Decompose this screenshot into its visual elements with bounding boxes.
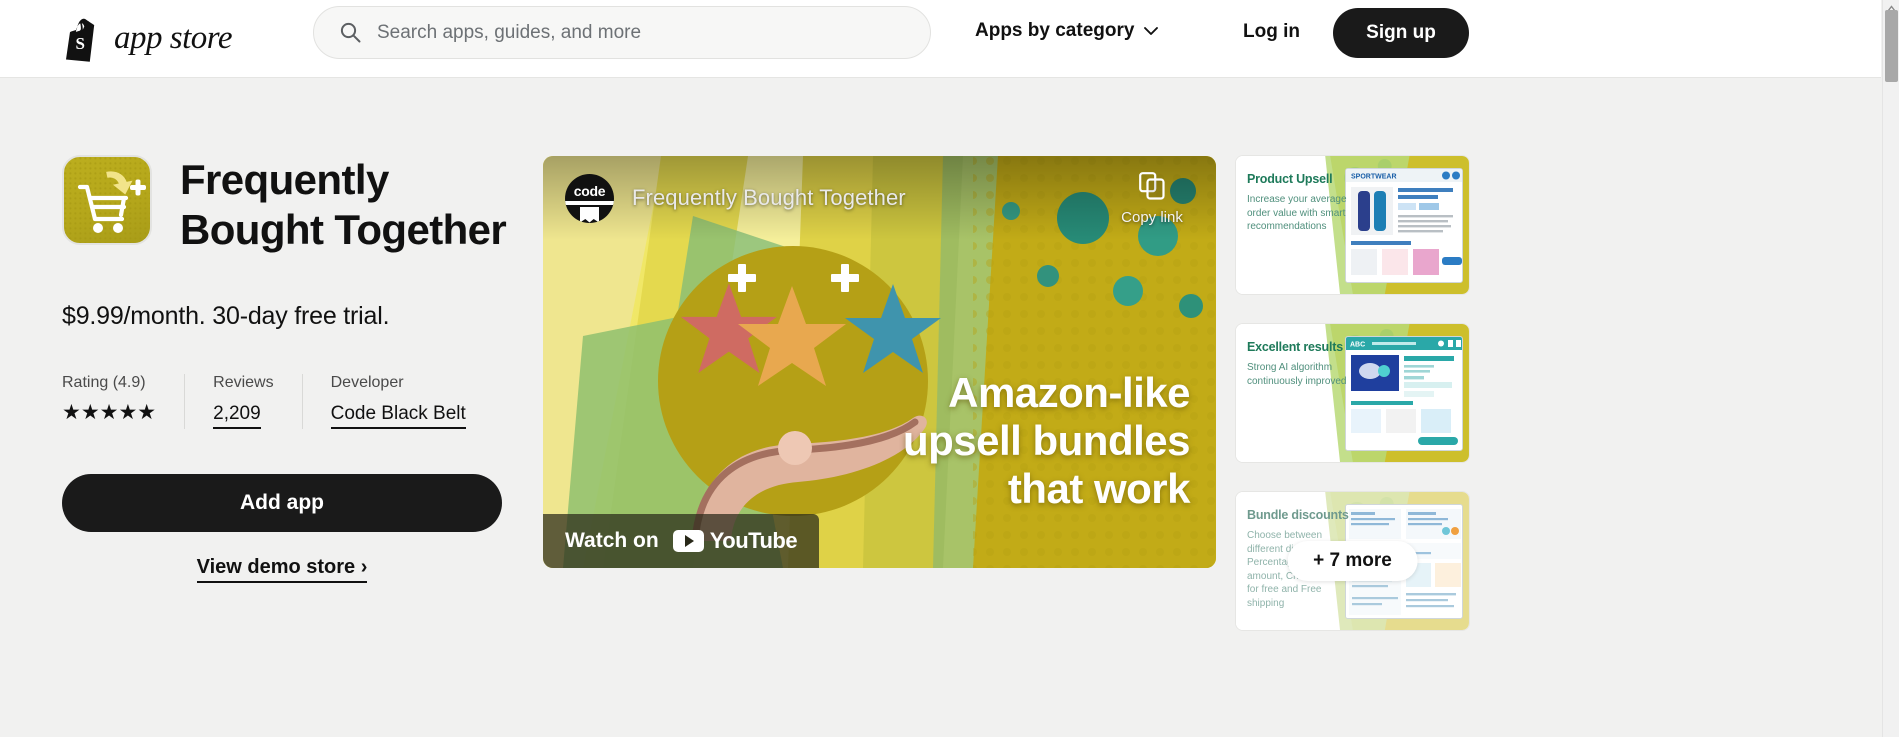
thumbnail-body: Strong AI algorithm continuously improve… <box>1247 362 1347 387</box>
avatar-bar <box>565 200 614 205</box>
app-info-panel: Frequently Bought Together $9.99/month. … <box>62 155 512 583</box>
media-thumbnail-rail: SPORTWEAR Product Upsell Increase your a… <box>1235 155 1470 659</box>
add-app-button[interactable]: Add app <box>62 474 502 532</box>
brand-wordmark: app store <box>114 20 233 56</box>
thumbnail-screenshot-mock: ABC <box>1345 336 1463 451</box>
thumbnail-title: Product Upsell <box>1247 172 1333 186</box>
signup-button[interactable]: Sign up <box>1333 8 1469 58</box>
youtube-wordmark: YouTube <box>709 528 798 553</box>
copy-icon <box>1139 172 1165 200</box>
thumbnail-screenshot-mock: SPORTWEAR <box>1345 168 1463 283</box>
app-title: Frequently Bought Together <box>180 156 507 253</box>
site-header: S app store Apps by category Log in Sign… <box>0 0 1881 78</box>
channel-avatar-text: code <box>573 182 606 199</box>
login-link[interactable]: Log in <box>1243 21 1300 43</box>
watch-on-youtube-button[interactable]: Watch on YouTube <box>543 514 820 568</box>
thumbnail-text: Product Upsell Increase your average ord… <box>1247 172 1355 234</box>
meta-developer: Developer Code Black Belt <box>301 374 494 429</box>
meta-reviews: Reviews 2,209 <box>184 374 301 429</box>
thumbnail-title: Bundle discounts <box>1247 508 1349 522</box>
copy-link-button[interactable]: Copy link <box>1110 172 1194 226</box>
page-scrollbar[interactable] <box>1882 0 1899 737</box>
shopify-bag-icon: S <box>66 18 95 62</box>
youtube-play-icon <box>672 530 704 552</box>
chevron-down-icon <box>1144 27 1159 35</box>
reviews-count-link[interactable]: 2,209 <box>213 403 261 429</box>
thumbnail-text: Excellent results Strong AI algorithm co… <box>1247 340 1355 388</box>
meta-rating-label: Rating (4.9) <box>62 374 146 391</box>
thumbnail-excellent-results[interactable]: ABC Excellent results Strong AI algorith… <box>1235 323 1470 463</box>
meta-rating: Rating (4.9) ★★★★★ <box>62 374 184 423</box>
page-root: S app store Apps by category Log in Sign… <box>0 0 1899 737</box>
scrollbar-thumb[interactable] <box>1885 10 1898 82</box>
avatar-belt-shape <box>580 206 599 223</box>
more-media-button[interactable]: + 7 more <box>1287 541 1418 581</box>
channel-avatar[interactable]: code <box>565 173 614 223</box>
thumbnail-product-upsell[interactable]: SPORTWEAR Product Upsell Increase your a… <box>1235 155 1470 295</box>
video-title[interactable]: Frequently Bought Together <box>632 185 906 211</box>
thumbnail-bundle-discounts[interactable]: Bundle discounts Choose between differen… <box>1235 491 1470 631</box>
meta-developer-label: Developer <box>330 374 404 391</box>
video-player[interactable]: code Frequently Bought Together Copy lin… <box>543 156 1216 568</box>
shopping-cart-plus-icon <box>62 155 152 245</box>
search-icon <box>340 22 361 43</box>
app-price: $9.99/month. 30-day free trial. <box>62 302 390 330</box>
thumbnail-body: Increase your average order value with s… <box>1247 194 1347 232</box>
rating-stars: ★★★★★ <box>62 401 157 424</box>
svg-text:S: S <box>76 34 85 53</box>
watch-on-label: Watch on <box>565 529 659 552</box>
copy-link-label: Copy link <box>1121 209 1183 226</box>
app-header: Frequently Bought Together <box>62 155 512 255</box>
view-demo-store-link[interactable]: View demo store › <box>196 556 368 583</box>
app-meta-row: Rating (4.9) ★★★★★ Reviews 2,209 Develop… <box>62 374 512 436</box>
developer-link[interactable]: Code Black Belt <box>330 403 466 429</box>
youtube-logo: YouTube <box>672 528 798 554</box>
search-box[interactable] <box>313 6 931 59</box>
apps-by-category-label: Apps by category <box>975 20 1135 41</box>
demo-link-wrapper: View demo store › <box>62 556 502 583</box>
apps-by-category-menu[interactable]: Apps by category <box>975 20 1159 42</box>
video-headline: Amazon-like upsell bundles that work <box>902 369 1191 512</box>
thumbnail-title: Excellent results <box>1247 340 1343 354</box>
search-input[interactable] <box>377 21 897 44</box>
svg-text:SPORTWEAR: SPORTWEAR <box>1351 174 1397 181</box>
brand-logo[interactable]: S app store <box>58 16 233 62</box>
meta-reviews-label: Reviews <box>213 374 274 391</box>
